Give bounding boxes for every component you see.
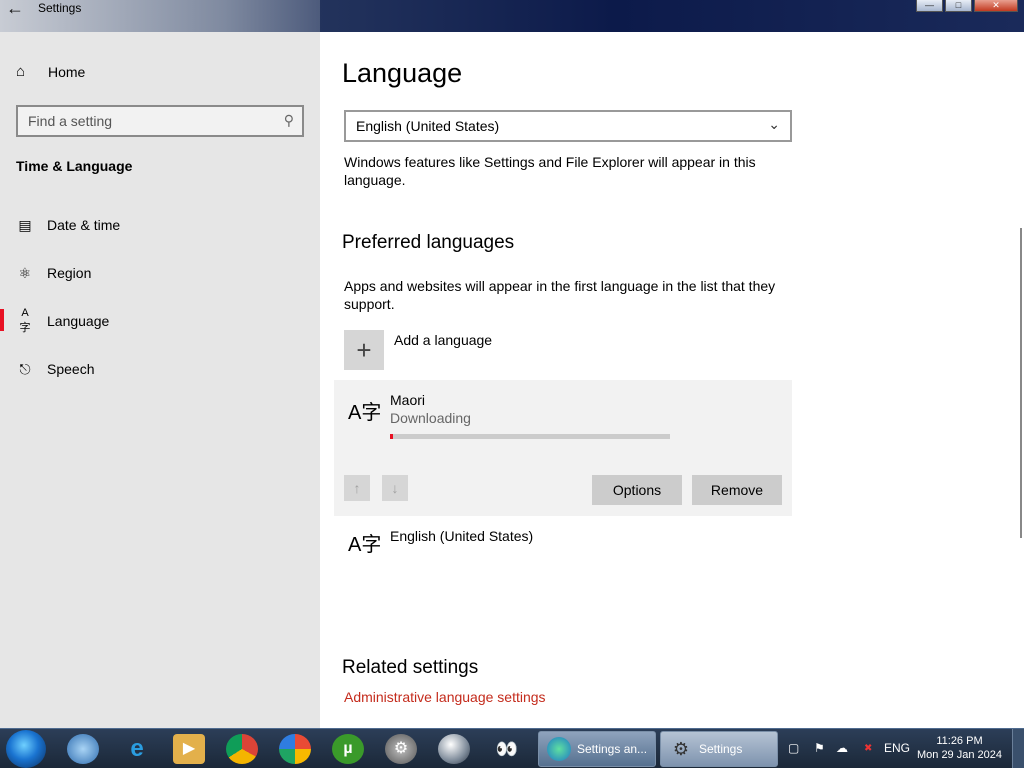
arrow-up-icon: ↑	[353, 480, 361, 496]
add-language-button[interactable]: + Add a language	[344, 330, 492, 370]
sidebar-item-label: Language	[47, 313, 110, 329]
task-label: Settings an...	[577, 742, 648, 756]
move-down-button[interactable]: ↓	[382, 475, 408, 501]
gear-app-icon[interactable]: ⚙	[385, 734, 417, 764]
language-name: English (United States)	[390, 528, 534, 544]
section-title: Time & Language	[16, 158, 133, 174]
sidebar-item-label: Home	[48, 63, 86, 80]
display-language-description: Windows features like Settings and File …	[344, 154, 756, 188]
administrative-language-settings-link[interactable]: Administrative language settings	[344, 689, 546, 705]
sidebar-item-language[interactable]: A字 Language	[0, 301, 320, 341]
edge-icon	[547, 737, 571, 761]
maximize-button[interactable]: □	[945, 0, 972, 12]
sidebar-item-speech[interactable]: ⎋ Speech	[0, 349, 320, 389]
input-language-indicator[interactable]: ENG	[884, 741, 910, 755]
search-box[interactable]: ⚲	[16, 105, 304, 137]
scrollbar[interactable]	[1020, 228, 1022, 538]
sidebar-item-label: Region	[47, 265, 92, 281]
network-icon[interactable]: ☁	[836, 741, 848, 755]
language-glyph-icon: A字	[348, 402, 382, 424]
sidebar-item-region[interactable]: ⚛ Region	[0, 253, 320, 293]
windows-flag-icon[interactable]	[279, 734, 311, 764]
gear-icon: ⚙	[672, 739, 690, 759]
taskbar-task-settings[interactable]: ⚙ Settings	[660, 731, 778, 767]
options-button[interactable]: Options	[592, 475, 682, 505]
arrow-down-icon: ↓	[391, 480, 399, 496]
flag-icon[interactable]: ⚑	[814, 741, 825, 755]
sidebar-item-date-time[interactable]: ▤ Date & time	[0, 205, 320, 245]
chrome-icon[interactable]	[226, 734, 258, 764]
minimize-button[interactable]: —	[916, 0, 943, 12]
show-desktop-button[interactable]	[1012, 729, 1024, 768]
add-language-label: Add a language	[394, 332, 493, 348]
volume-muted-icon[interactable]: ✖	[864, 743, 872, 754]
main-content: Language English (United States) ⌄ Windo…	[320, 32, 1024, 728]
close-button[interactable]: ✕	[974, 0, 1018, 12]
language-status: Downloading	[390, 410, 471, 426]
window-controls: — □ ✕	[916, 0, 1018, 12]
language-item-english[interactable]: A字 English (United States)	[334, 522, 792, 566]
back-arrow-icon: ←	[6, 0, 24, 18]
action-center-icon[interactable]: ▢	[788, 741, 799, 755]
taskbar-task-edge[interactable]: Settings an...	[538, 731, 656, 767]
globe-icon: ⚛	[18, 264, 32, 281]
calendar-clock-icon: ▤	[18, 216, 32, 233]
sidebar-item-label: Speech	[47, 361, 95, 377]
media-player-icon[interactable]: ▶	[173, 734, 205, 764]
preferred-languages-description: Apps and websites will appear in the fir…	[344, 278, 776, 312]
sphere-app-icon[interactable]	[438, 734, 470, 764]
back-button[interactable]: ←	[6, 0, 30, 18]
language-item-maori[interactable]: A字 Maori Downloading ↑ ↓ Options Remove	[334, 380, 792, 516]
search-input[interactable]	[18, 107, 258, 135]
preferred-languages-title: Preferred languages	[342, 232, 515, 253]
download-progress-fill	[390, 434, 393, 439]
display-language-dropdown[interactable]: English (United States) ⌄	[344, 110, 792, 142]
sidebar-item-label: Date & time	[47, 217, 121, 233]
clock[interactable]: 11:26 PM Mon 29 Jan 2024	[917, 734, 1002, 762]
utorrent-icon[interactable]: µ	[332, 734, 364, 764]
remove-button[interactable]: Remove	[692, 475, 782, 505]
move-up-button[interactable]: ↑	[344, 475, 370, 501]
clock-date: Mon 29 Jan 2024	[916, 749, 1002, 761]
title-bar: ← Settings — □ ✕	[0, 0, 1024, 32]
start-button[interactable]	[6, 730, 46, 768]
sidebar-item-home[interactable]: ⌂ Home	[16, 63, 85, 80]
network-app-icon[interactable]	[67, 734, 99, 764]
page-title: Language	[342, 58, 463, 88]
dropdown-value: English (United States)	[356, 118, 500, 134]
task-label: Settings	[699, 742, 743, 756]
microphone-icon: ⎋	[19, 360, 31, 377]
window-title: Settings	[38, 1, 82, 15]
related-settings-title: Related settings	[342, 657, 479, 678]
download-progress-bar	[390, 434, 670, 439]
plus-icon: +	[344, 330, 384, 370]
language-name: Maori	[390, 392, 426, 408]
eyes-app-icon[interactable]: 👀	[491, 734, 523, 764]
language-glyph-icon: A字	[348, 534, 382, 556]
sidebar: ⌂ Home ⚲ Time & Language ▤ Date & time ⚛…	[0, 32, 320, 728]
clock-time: 11:26 PM	[936, 735, 983, 747]
language-icon: A字	[19, 307, 31, 334]
taskbar: e ▶ µ ⚙ 👀 Settings an... ⚙ Settings ▢ ⚑ …	[0, 728, 1024, 768]
chevron-down-icon: ⌄	[768, 116, 780, 132]
search-icon[interactable]: ⚲	[284, 112, 294, 129]
home-icon: ⌂	[16, 63, 26, 80]
internet-explorer-icon[interactable]: e	[121, 734, 153, 764]
